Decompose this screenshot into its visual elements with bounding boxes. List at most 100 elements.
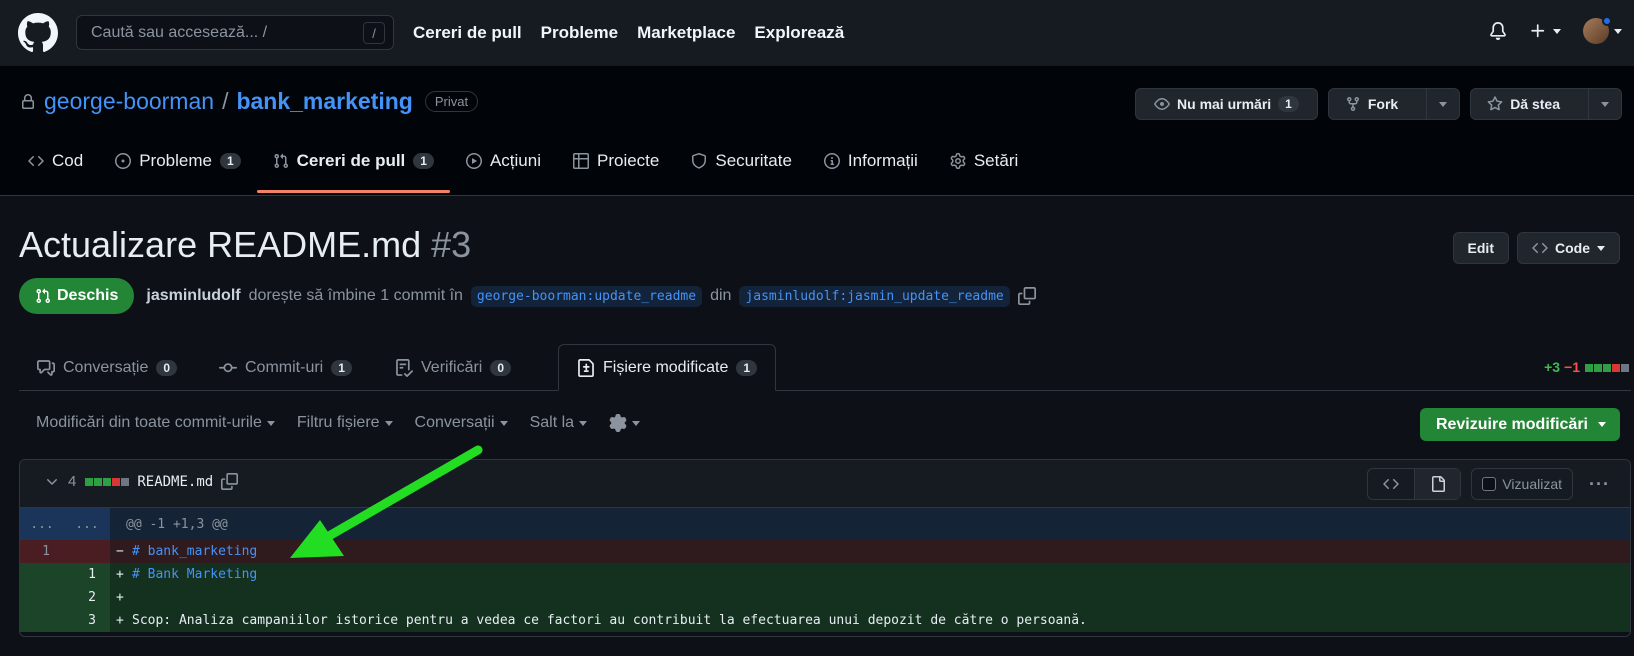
copy-icon[interactable]: [1017, 287, 1036, 305]
old-line-number[interactable]: [20, 563, 64, 586]
checkbox[interactable]: [1482, 477, 1497, 491]
fork-dropdown[interactable]: [1426, 89, 1459, 119]
diff-line-deleted: 1 − # bank_marketing: [20, 540, 1630, 563]
tab-issues[interactable]: Probleme 1: [99, 138, 256, 184]
chevron-down-icon: [1597, 245, 1605, 251]
tab-insights[interactable]: Informații: [808, 138, 934, 184]
new-line-number[interactable]: [64, 540, 110, 563]
git-commit-icon: [219, 363, 237, 373]
edit-button[interactable]: Edit: [1452, 232, 1509, 264]
old-line-number[interactable]: 1: [20, 540, 64, 563]
repo-path-separator: /: [222, 88, 229, 114]
repo-owner-link[interactable]: george-boorman: [44, 88, 214, 115]
fork-button-group: Fork: [1327, 88, 1461, 120]
unwatch-button[interactable]: Nu mai urmări 1: [1135, 88, 1318, 120]
source-view-button[interactable]: [1368, 469, 1414, 499]
pr-header-actions: Edit Code: [1452, 232, 1620, 264]
expand-up-button[interactable]: ...: [20, 508, 64, 540]
diff-stat: +3 −1: [1544, 359, 1629, 375]
github-logo-icon[interactable]: [18, 13, 58, 53]
nav-explore[interactable]: Explorează: [754, 23, 844, 43]
commits-filter-label: Modificări din toate commit-urile: [36, 414, 262, 431]
tab-files-changed[interactable]: Fișiere modificate 1: [558, 344, 777, 391]
status-dot: [1602, 16, 1612, 26]
tab-commits[interactable]: Commit-uri 1: [219, 345, 352, 391]
old-line-number[interactable]: [20, 586, 64, 609]
fork-label: Fork: [1367, 96, 1399, 112]
search-input[interactable]: Caută sau accesează... / /: [76, 15, 394, 50]
user-menu[interactable]: [1583, 16, 1622, 44]
rich-view-button[interactable]: [1414, 469, 1461, 499]
chevron-down-icon: [384, 420, 393, 426]
expand-down-button[interactable]: ...: [64, 508, 110, 540]
file-diff-icon: [578, 358, 594, 377]
tab-pull-requests[interactable]: Cereri de pull 1: [256, 138, 451, 193]
file-change-count: 4: [68, 473, 77, 490]
author-link[interactable]: jasminludolf: [146, 287, 240, 305]
chevron-down-icon: [1614, 28, 1622, 34]
tab-conversation[interactable]: Conversație 0: [37, 345, 178, 391]
tab-settings[interactable]: Setări: [934, 138, 1034, 184]
tab-label: Probleme: [139, 151, 212, 170]
file-diff: 4 README.md Vizualizat ··· ... ... @@ -1…: [19, 459, 1631, 637]
search-placeholder: Caută sau accesează... /: [91, 23, 268, 41]
new-line-number[interactable]: 1: [64, 563, 110, 586]
avatar: [1583, 16, 1612, 44]
viewed-checkbox[interactable]: Vizualizat: [1471, 468, 1574, 500]
file-name-link[interactable]: README.md: [137, 474, 213, 490]
status-label: Deschis: [57, 287, 119, 304]
diff-marker: −: [116, 544, 124, 559]
nav-issues[interactable]: Probleme: [541, 23, 618, 43]
collapse-chevron-icon[interactable]: [44, 474, 60, 490]
repo-name-link[interactable]: bank_marketing: [236, 88, 412, 115]
chevron-down-icon: [499, 420, 508, 426]
nav-marketplace[interactable]: Marketplace: [637, 23, 735, 43]
pr-meta: Deschis jasminludolf dorește să îmbine 1…: [19, 278, 1036, 314]
create-new-menu[interactable]: [1529, 22, 1561, 40]
pr-number: #3: [431, 224, 472, 265]
bell-icon[interactable]: [1489, 22, 1507, 40]
tab-count: 1: [736, 359, 758, 376]
diff-line-added: 2 +: [20, 586, 1630, 609]
chevron-down-icon: [579, 420, 588, 426]
star-dropdown[interactable]: [1588, 89, 1621, 119]
table-icon: [573, 153, 589, 169]
tab-code[interactable]: Cod: [28, 138, 99, 184]
tab-count: 0: [490, 360, 512, 376]
copy-icon[interactable]: [221, 473, 239, 490]
code-icon: [28, 155, 44, 167]
code-button[interactable]: Code: [1517, 232, 1620, 264]
review-changes-button[interactable]: Revizuire modificări: [1419, 408, 1620, 441]
code-label: Code: [1555, 240, 1590, 256]
diff-settings-dropdown[interactable]: [609, 414, 641, 432]
issue-opened-icon: [115, 153, 132, 169]
repo-tabs: Cod Probleme 1 Cereri de pull 1 Acțiuni …: [28, 138, 1034, 194]
unwatch-label: Nu mai urmări: [1177, 96, 1272, 112]
nav-pull-requests[interactable]: Cereri de pull: [413, 23, 522, 43]
chevron-down-icon: [266, 420, 275, 426]
kebab-horizontal-icon[interactable]: ···: [1583, 474, 1616, 495]
tab-security[interactable]: Securitate: [675, 138, 808, 184]
jump-label: Salt la: [529, 414, 575, 431]
head-branch[interactable]: jasminludolf:jasmin_update_readme: [739, 285, 1010, 307]
tab-projects[interactable]: Proiecte: [557, 138, 675, 184]
new-line-number[interactable]: 2: [64, 586, 110, 609]
lock-icon: [22, 93, 34, 109]
jump-to-dropdown[interactable]: Salt la: [529, 414, 588, 432]
old-line-number[interactable]: [20, 609, 64, 632]
repo-actions: Nu mai urmări 1 Fork Dă stea: [1135, 88, 1622, 120]
tab-actions[interactable]: Acțiuni: [450, 138, 557, 184]
additions-count: +3: [1544, 359, 1561, 375]
from-word: din: [710, 287, 732, 304]
commits-filter-dropdown[interactable]: Modificări din toate commit-urile: [36, 414, 275, 432]
gear-icon: [950, 153, 966, 169]
diff-view-toggle: [1367, 468, 1462, 500]
base-branch[interactable]: george-boorman:update_readme: [470, 285, 703, 307]
fork-button[interactable]: Fork: [1329, 89, 1426, 119]
new-line-number[interactable]: 3: [64, 609, 110, 632]
tab-label: Cod: [52, 151, 84, 170]
code-line: # Bank Marketing: [132, 567, 258, 582]
star-button[interactable]: Dă stea: [1471, 89, 1588, 119]
tab-label: Cereri de pull: [296, 151, 406, 170]
tab-checks[interactable]: Verificări 0: [395, 345, 512, 391]
